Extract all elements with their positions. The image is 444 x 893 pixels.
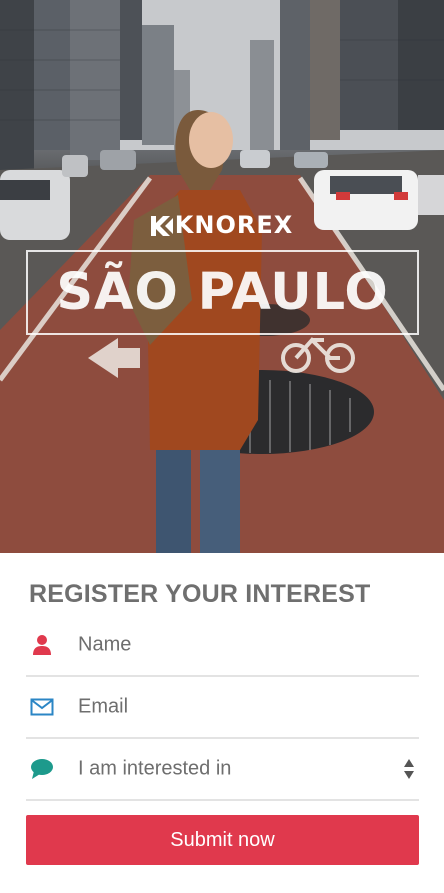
envelope-icon <box>30 698 54 716</box>
interest-select-label: I am interested in <box>78 757 232 780</box>
city-title-frame: SÃO PAULO <box>26 250 419 335</box>
knorex-mark-icon <box>150 216 173 236</box>
email-field[interactable]: Email <box>26 677 419 739</box>
email-field-label: Email <box>78 695 129 718</box>
hero-banner: KNOREX SÃO PAULO <box>0 0 444 553</box>
select-arrows-icon <box>404 759 414 779</box>
name-field-label: Name <box>78 633 132 656</box>
brand-name: KNOREX <box>174 211 294 239</box>
chat-bubble-icon <box>31 759 53 779</box>
name-field[interactable]: Name <box>26 615 419 677</box>
interest-select[interactable]: I am interested in <box>26 739 419 801</box>
city-title: SÃO PAULO <box>56 263 389 322</box>
submit-button[interactable]: Submit now <box>26 815 419 865</box>
form-title: REGISTER YOUR INTEREST <box>29 580 371 608</box>
register-form: REGISTER YOUR INTEREST Name Email I am i… <box>0 553 444 893</box>
brand-logo: KNOREX <box>0 211 444 239</box>
person-icon <box>33 635 51 655</box>
